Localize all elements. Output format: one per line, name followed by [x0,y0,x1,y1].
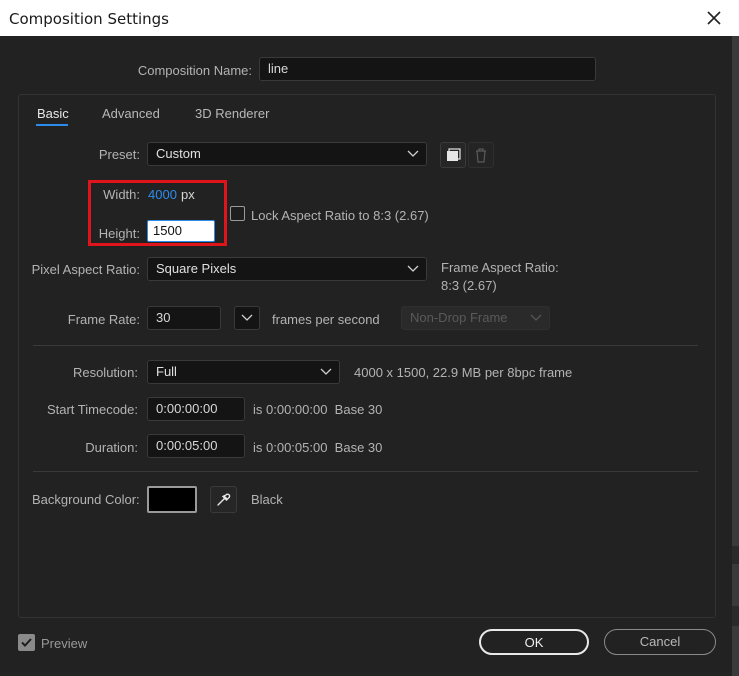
checkmark-icon [21,638,32,647]
ok-button[interactable]: OK [479,629,589,655]
background-window-edge [732,546,739,564]
start-timecode-label: Start Timecode: [46,402,138,417]
tab-basic[interactable]: Basic [37,106,69,121]
window-title: Composition Settings [9,10,169,28]
background-color-name: Black [251,492,283,507]
duration-info: is 0:00:05:00 Base 30 [253,440,383,455]
preset-label: Preset: [98,147,140,162]
drop-frame-dropdown[interactable]: Non-Drop Frame [401,306,550,330]
delete-preset-button[interactable] [468,142,494,168]
comp-name-input[interactable]: line [259,57,596,81]
duration-label: Duration: [85,440,138,455]
lock-aspect-label: Lock Aspect Ratio to 8:3 (2.67) [251,208,429,223]
drop-frame-value: Non-Drop Frame [410,310,508,325]
highlight-box [88,180,227,246]
background-color-swatch[interactable] [147,486,197,513]
divider [33,471,698,472]
preview-checkbox[interactable] [18,634,35,651]
chevron-down-icon [407,265,419,272]
trash-icon [476,148,486,163]
preset-dropdown[interactable]: Custom [147,142,427,166]
chevron-down-icon [407,150,419,157]
resolution-info: 4000 x 1500, 22.9 MB per 8bpc frame [354,365,573,380]
frame-aspect-label: Frame Aspect Ratio: [441,260,559,275]
divider [33,345,698,346]
preview-label: Preview [41,636,88,651]
eyedropper-button[interactable] [210,486,237,513]
background-window-edge [732,606,739,626]
tab-advanced[interactable]: Advanced [102,106,160,121]
lock-aspect-checkbox[interactable] [230,206,245,221]
pixel-aspect-label: Pixel Aspect Ratio: [31,262,140,277]
pixel-aspect-value: Square Pixels [156,261,237,276]
chevron-down-icon [320,368,332,375]
frame-rate-dropdown[interactable] [234,306,260,330]
start-timecode-info: is 0:00:00:00 Base 30 [253,402,383,417]
pixel-aspect-dropdown[interactable]: Square Pixels [147,257,427,281]
cancel-button[interactable]: Cancel [604,629,716,655]
preset-value: Custom [156,146,201,161]
settings-group [18,94,716,618]
duration-input[interactable]: 0:00:05:00 [147,434,245,458]
close-icon[interactable] [703,7,725,29]
frame-rate-input[interactable]: 30 [147,306,221,330]
background-color-label: Background Color: [32,492,140,507]
resolution-dropdown[interactable]: Full [147,360,340,384]
chevron-down-icon [530,314,542,321]
chevron-down-icon [241,314,253,321]
start-timecode-input[interactable]: 0:00:00:00 [147,397,245,421]
save-preset-icon [447,148,461,161]
tab-3d-renderer[interactable]: 3D Renderer [195,106,269,121]
frame-rate-unit: frames per second [272,312,380,327]
tab-basic-underline [36,124,68,126]
comp-name-label: Composition Name: [137,63,252,78]
save-preset-button[interactable] [440,142,466,168]
frame-aspect-value: 8:3 (2.67) [441,278,497,293]
background-window-edge [732,36,739,676]
resolution-label: Resolution: [72,365,138,380]
resolution-value: Full [156,364,177,379]
frame-rate-label: Frame Rate: [67,312,140,327]
eyedropper-icon [217,493,231,506]
